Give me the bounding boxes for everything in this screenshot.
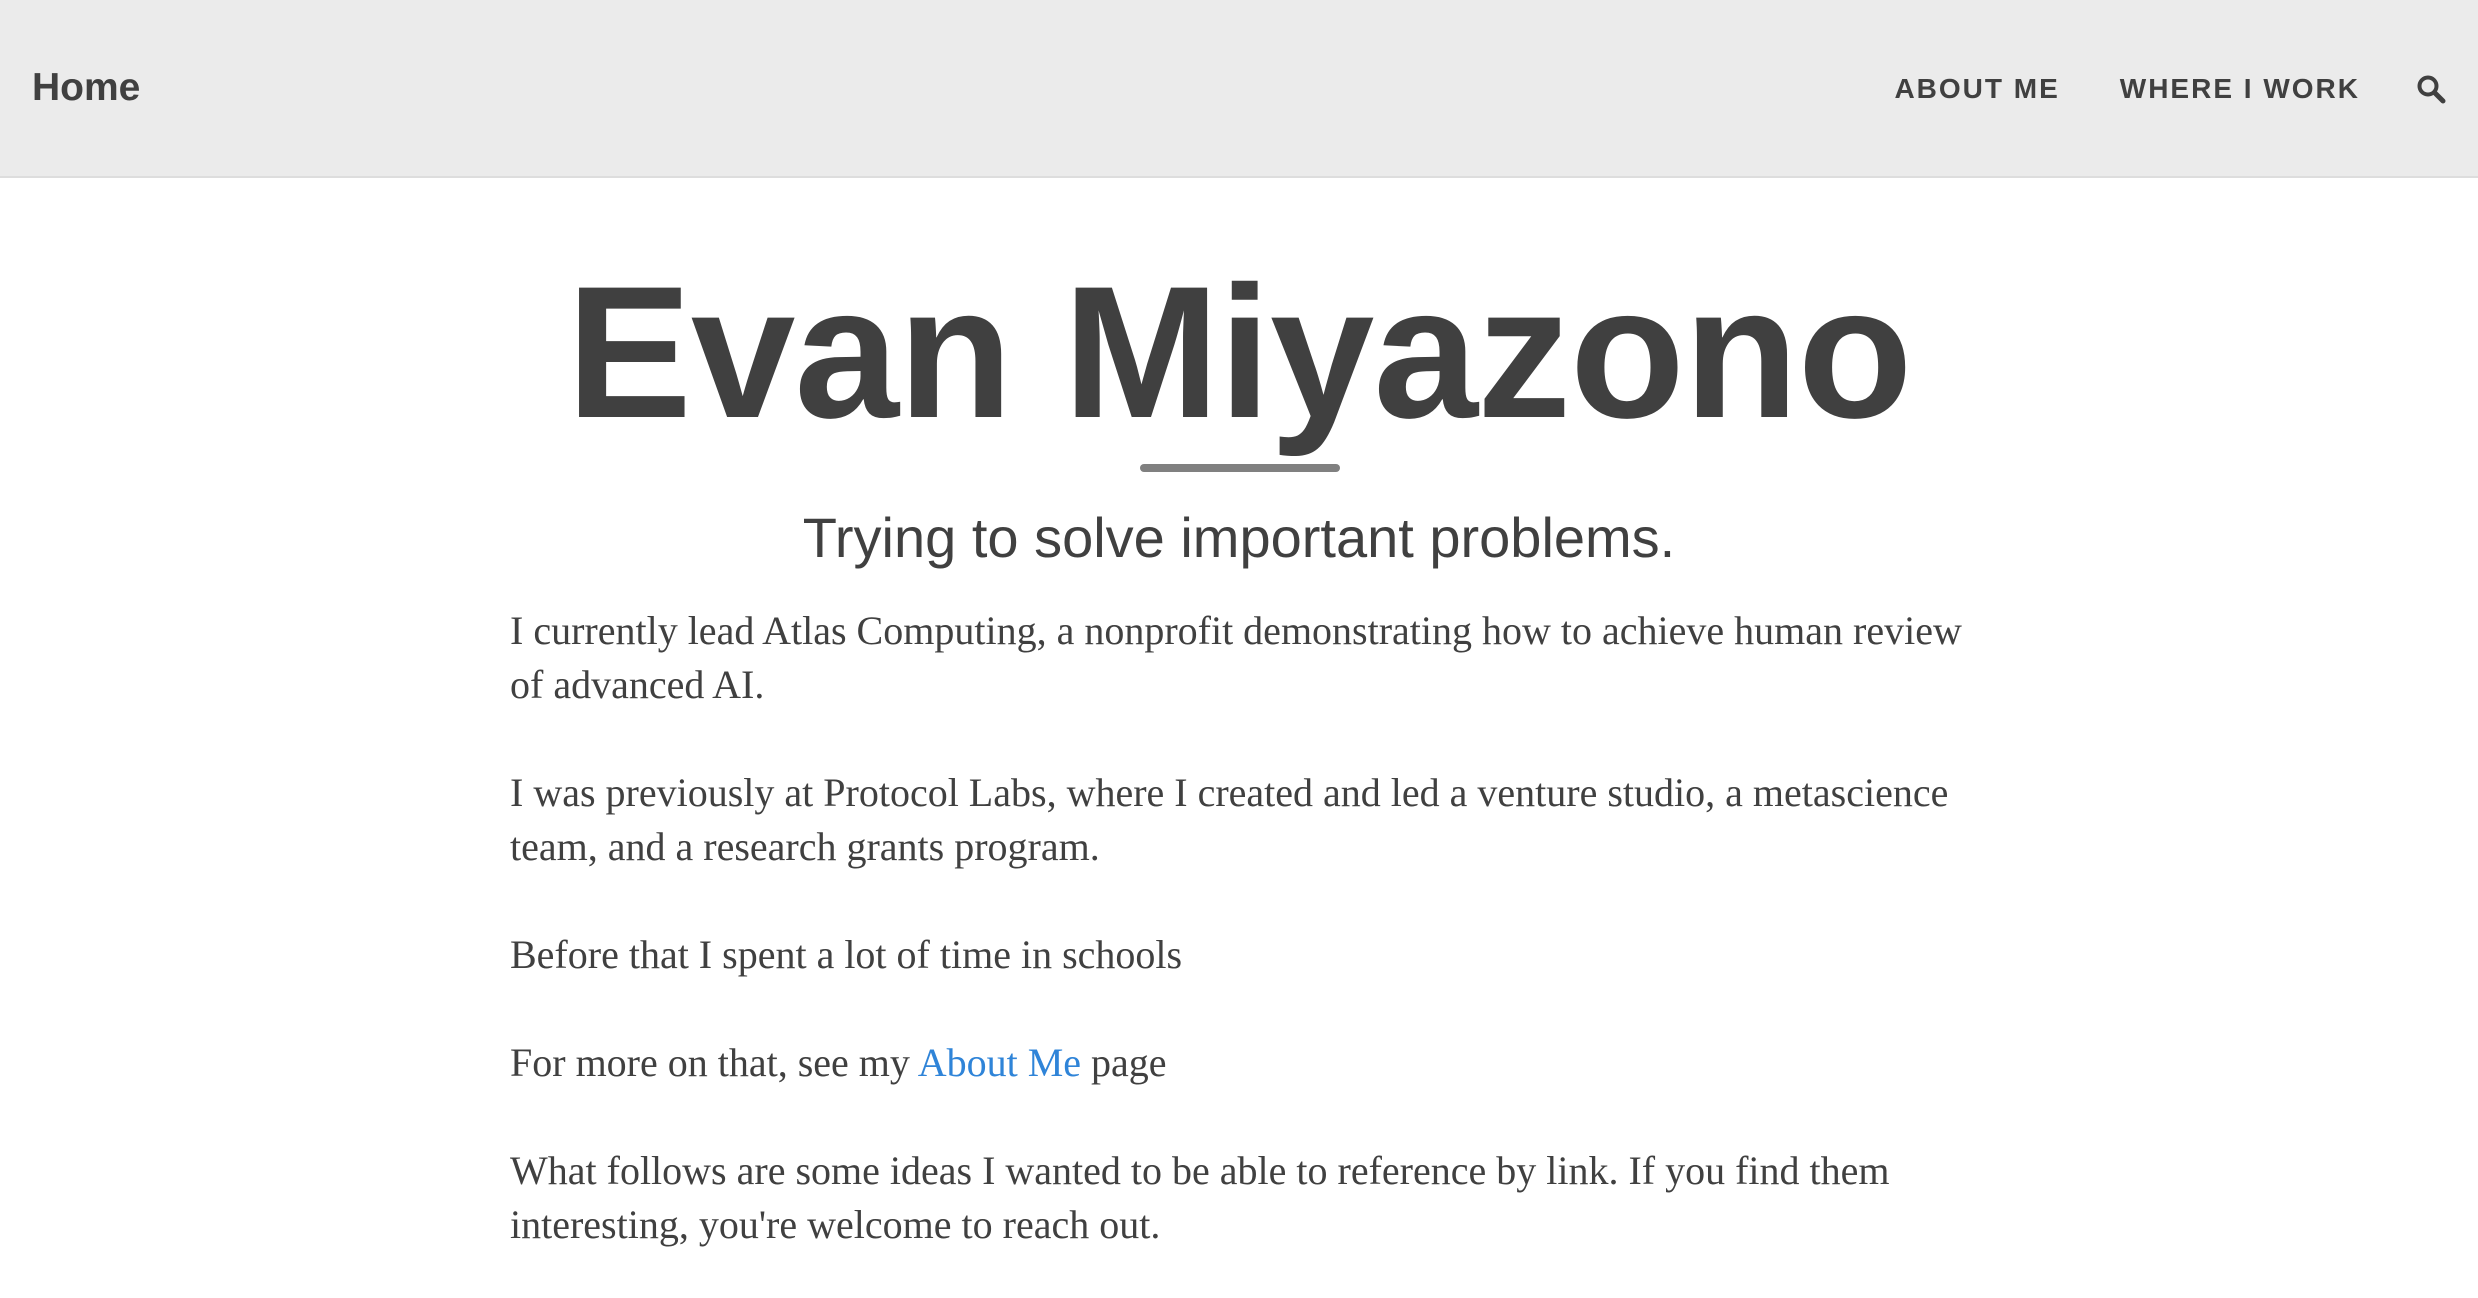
nav-links: ABOUT ME WHERE I WORK [1894,0,2478,178]
page-subtitle: Trying to solve important problems. [802,506,1676,569]
intro-paragraph-atlas: I currently lead Atlas Computing, a nonp… [510,608,1962,707]
nav-link-about-me[interactable]: ABOUT ME [1894,69,2059,109]
search-icon[interactable] [2416,74,2446,104]
about-me-suffix: page [1081,1040,1167,1085]
home-link[interactable]: Home [32,62,140,114]
intro-paragraph-schools: Before that I spent a lot of time in sch… [510,932,1183,977]
about-me-link[interactable]: About Me [918,1040,1081,1085]
top-navbar: Home ABOUT ME WHERE I WORK [0,0,2478,178]
nav-link-where-i-work[interactable]: WHERE I WORK [2120,69,2360,109]
page-title: Evan Miyazono [566,247,1912,457]
main-content: I currently lead Atlas Computing, a nonp… [510,604,1970,1298]
about-me-paragraph: For more on that, see my About Me page [510,1036,1970,1090]
title-divider [1140,464,1340,472]
closing-paragraph: What follows are some ideas I wanted to … [510,1148,1890,1247]
intro-paragraph-protocol-labs: I was previously at Protocol Labs, where… [510,770,1949,869]
about-me-prefix: For more on that, see my [510,1040,918,1085]
